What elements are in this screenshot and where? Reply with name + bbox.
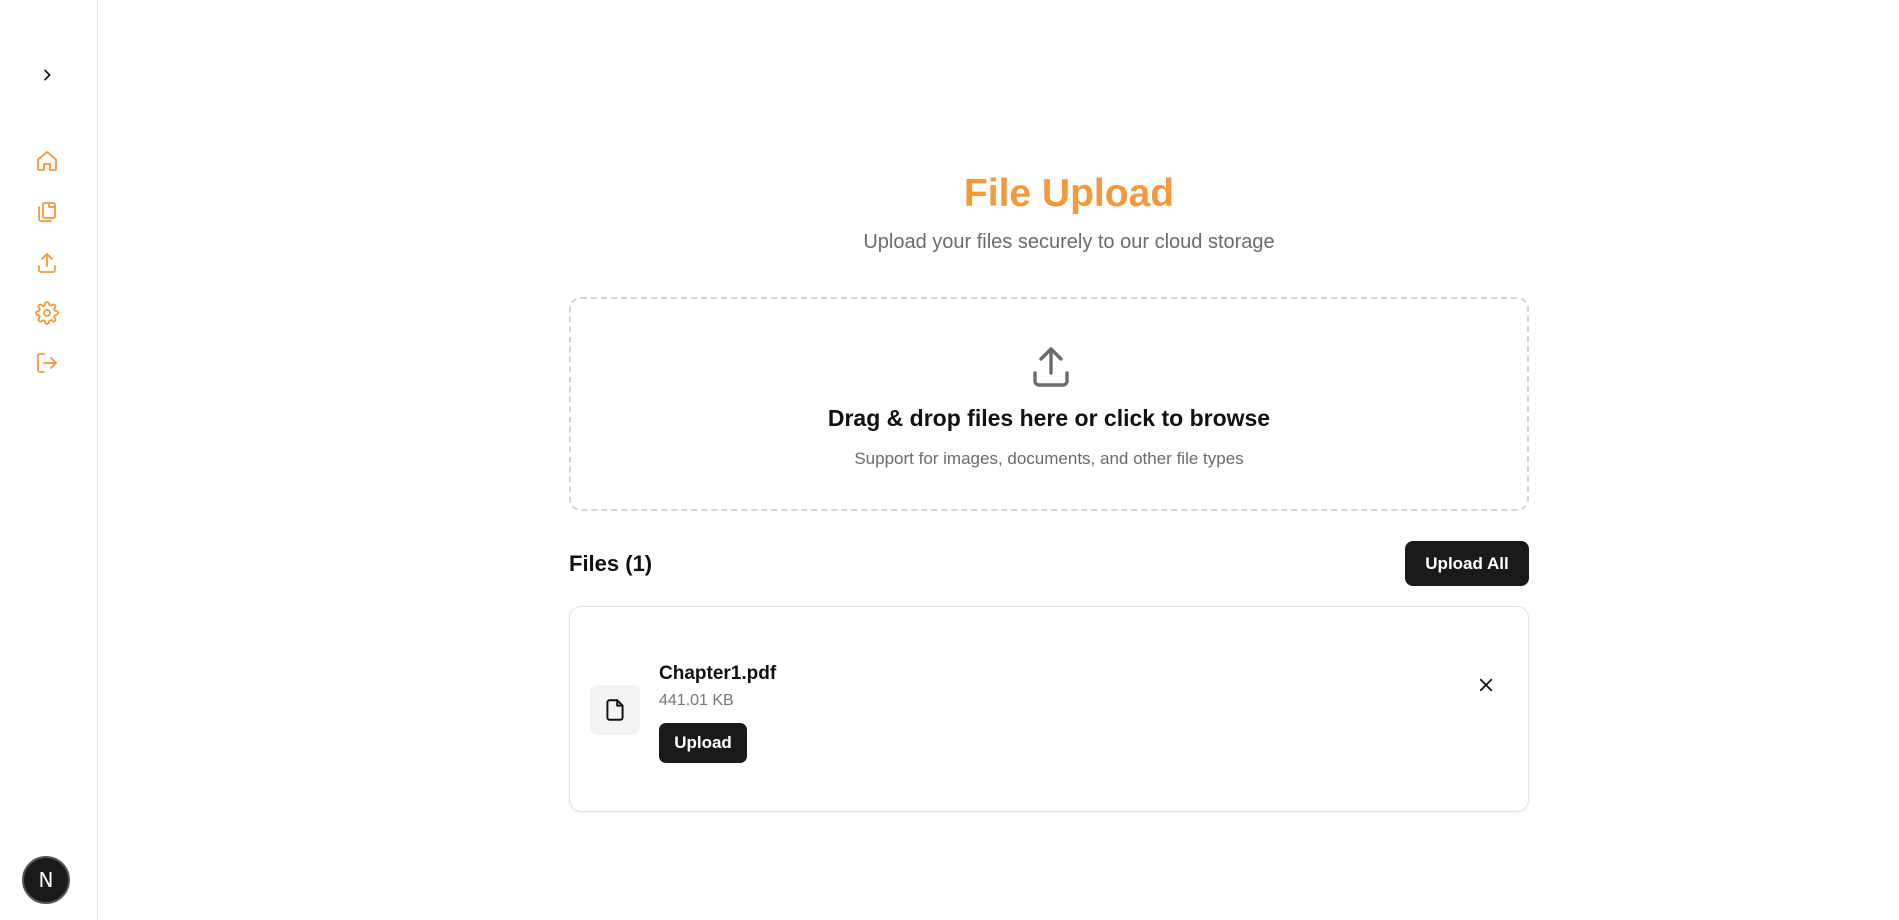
upload-all-button[interactable]: Upload All xyxy=(1405,541,1529,586)
avatar[interactable]: N xyxy=(22,856,70,904)
file-upload-button[interactable]: Upload xyxy=(659,723,747,763)
gear-icon[interactable] xyxy=(34,300,60,326)
avatar-letter: N xyxy=(38,868,54,892)
logout-icon[interactable] xyxy=(34,350,60,376)
sidebar: N xyxy=(0,0,98,920)
file-icon xyxy=(590,685,640,735)
dropzone-title: Drag & drop files here or click to brows… xyxy=(827,405,1271,431)
dropzone-subtitle: Support for images, documents, and other… xyxy=(854,449,1244,468)
home-icon[interactable] xyxy=(34,148,60,174)
page-title: File Upload xyxy=(963,172,1175,215)
file-item: Chapter1.pdf 441.01 KB Upload xyxy=(569,606,1529,812)
main-content: File Upload Upload your files securely t… xyxy=(99,0,1899,920)
file-name: Chapter1.pdf xyxy=(659,663,777,684)
close-icon[interactable] xyxy=(1474,673,1498,697)
page-subtitle: Upload your files securely to our cloud … xyxy=(863,231,1275,253)
files-icon[interactable] xyxy=(34,199,60,225)
file-size: 441.01 KB xyxy=(659,692,734,709)
upload-icon xyxy=(1027,343,1075,391)
upload-icon[interactable] xyxy=(34,250,60,276)
file-dropzone[interactable]: Drag & drop files here or click to brows… xyxy=(569,297,1529,511)
files-heading: Files (1) xyxy=(569,551,653,576)
chevron-right-icon[interactable] xyxy=(36,64,58,86)
